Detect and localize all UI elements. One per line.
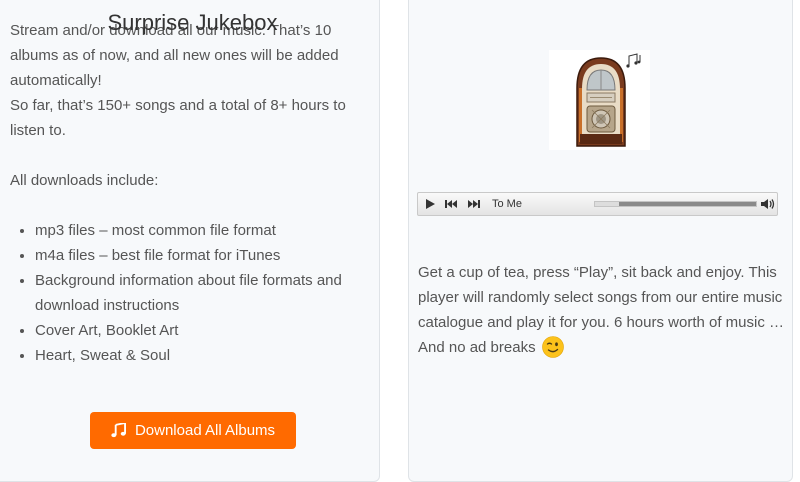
jukebox-image <box>549 50 650 150</box>
download-all-albums-button[interactable]: Download All Albums <box>90 412 296 449</box>
jukebox-description-text: Get a cup of tea, press “Play”, sit back… <box>418 264 785 356</box>
features-list: mp3 files – most common file format m4a … <box>16 218 385 368</box>
music-note-icon <box>111 423 126 438</box>
jukebox-icon <box>549 53 650 154</box>
list-item: Cover Art, Booklet Art <box>35 318 385 343</box>
volume-icon[interactable] <box>758 193 778 215</box>
play-icon[interactable] <box>422 193 438 215</box>
audio-player: To Me <box>417 192 778 216</box>
list-item: Heart, Sweat & Soul <box>35 343 385 368</box>
list-item: Background information about file format… <box>35 268 385 318</box>
next-track-icon[interactable] <box>465 193 483 215</box>
list-item: mp3 files – most common file format <box>35 218 385 243</box>
includes-heading: All downloads include: <box>10 172 159 189</box>
progress-slider[interactable] <box>594 201 757 207</box>
winking-face-icon <box>541 336 564 358</box>
jukebox-description: Get a cup of tea, press “Play”, sit back… <box>418 260 788 360</box>
list-item: m4a files – best file format for iTunes <box>35 243 385 268</box>
jukebox-title: Surprise Jukebox <box>107 10 278 35</box>
progress-fill <box>619 202 756 206</box>
track-title: To Me <box>492 198 522 210</box>
intro-line-2: So far, that’s 150+ songs and a total of… <box>10 97 346 139</box>
download-button-label: Download All Albums <box>134 422 276 439</box>
previous-track-icon[interactable] <box>442 193 460 215</box>
